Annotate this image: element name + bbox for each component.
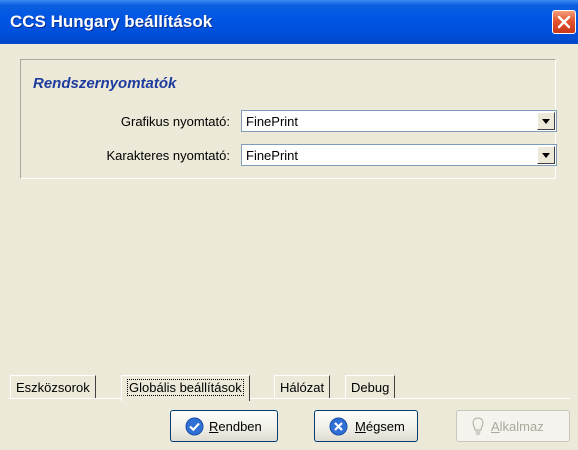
apply-button[interactable]: Alkalmaz — [456, 410, 570, 442]
tab-debug[interactable]: Debug — [345, 375, 396, 398]
graphic-printer-dropdown-button[interactable] — [537, 112, 555, 130]
graphic-printer-value: FinePrint — [246, 114, 299, 129]
tab-eszkozsorok[interactable]: Eszközsorok — [10, 375, 96, 398]
section-title: Rendszernyomtatók — [33, 75, 177, 92]
window-title: CCS Hungary beállítások — [10, 12, 213, 31]
chevron-down-icon — [542, 153, 550, 158]
char-printer-value: FinePrint — [246, 148, 299, 163]
bulb-icon — [472, 417, 484, 435]
tab-halozat[interactable]: Hálózat — [274, 375, 331, 398]
char-printer-dropdown-button[interactable] — [537, 146, 555, 164]
graphic-printer-select[interactable]: FinePrint — [241, 110, 557, 132]
char-printer-label: Karakteres nyomtató: — [106, 148, 230, 163]
tab-baseline — [8, 398, 570, 399]
cancel-button[interactable]: Mégsem — [314, 410, 418, 442]
graphic-printer-label: Grafikus nyomtató: — [120, 114, 230, 129]
settings-dialog: CCS Hungary beállítások Rendszernyomtató… — [0, 0, 578, 450]
close-icon — [557, 15, 571, 29]
tab-globalis-beallitasok[interactable]: Globális beállítások — [121, 375, 250, 401]
char-printer-select[interactable]: FinePrint — [241, 144, 557, 166]
x-icon — [329, 417, 348, 436]
title-bar[interactable]: CCS Hungary beállítások — [0, 0, 578, 44]
check-icon — [185, 417, 204, 436]
chevron-down-icon — [542, 119, 550, 124]
ok-button[interactable]: Rendben — [170, 410, 278, 442]
close-button[interactable] — [552, 10, 576, 34]
